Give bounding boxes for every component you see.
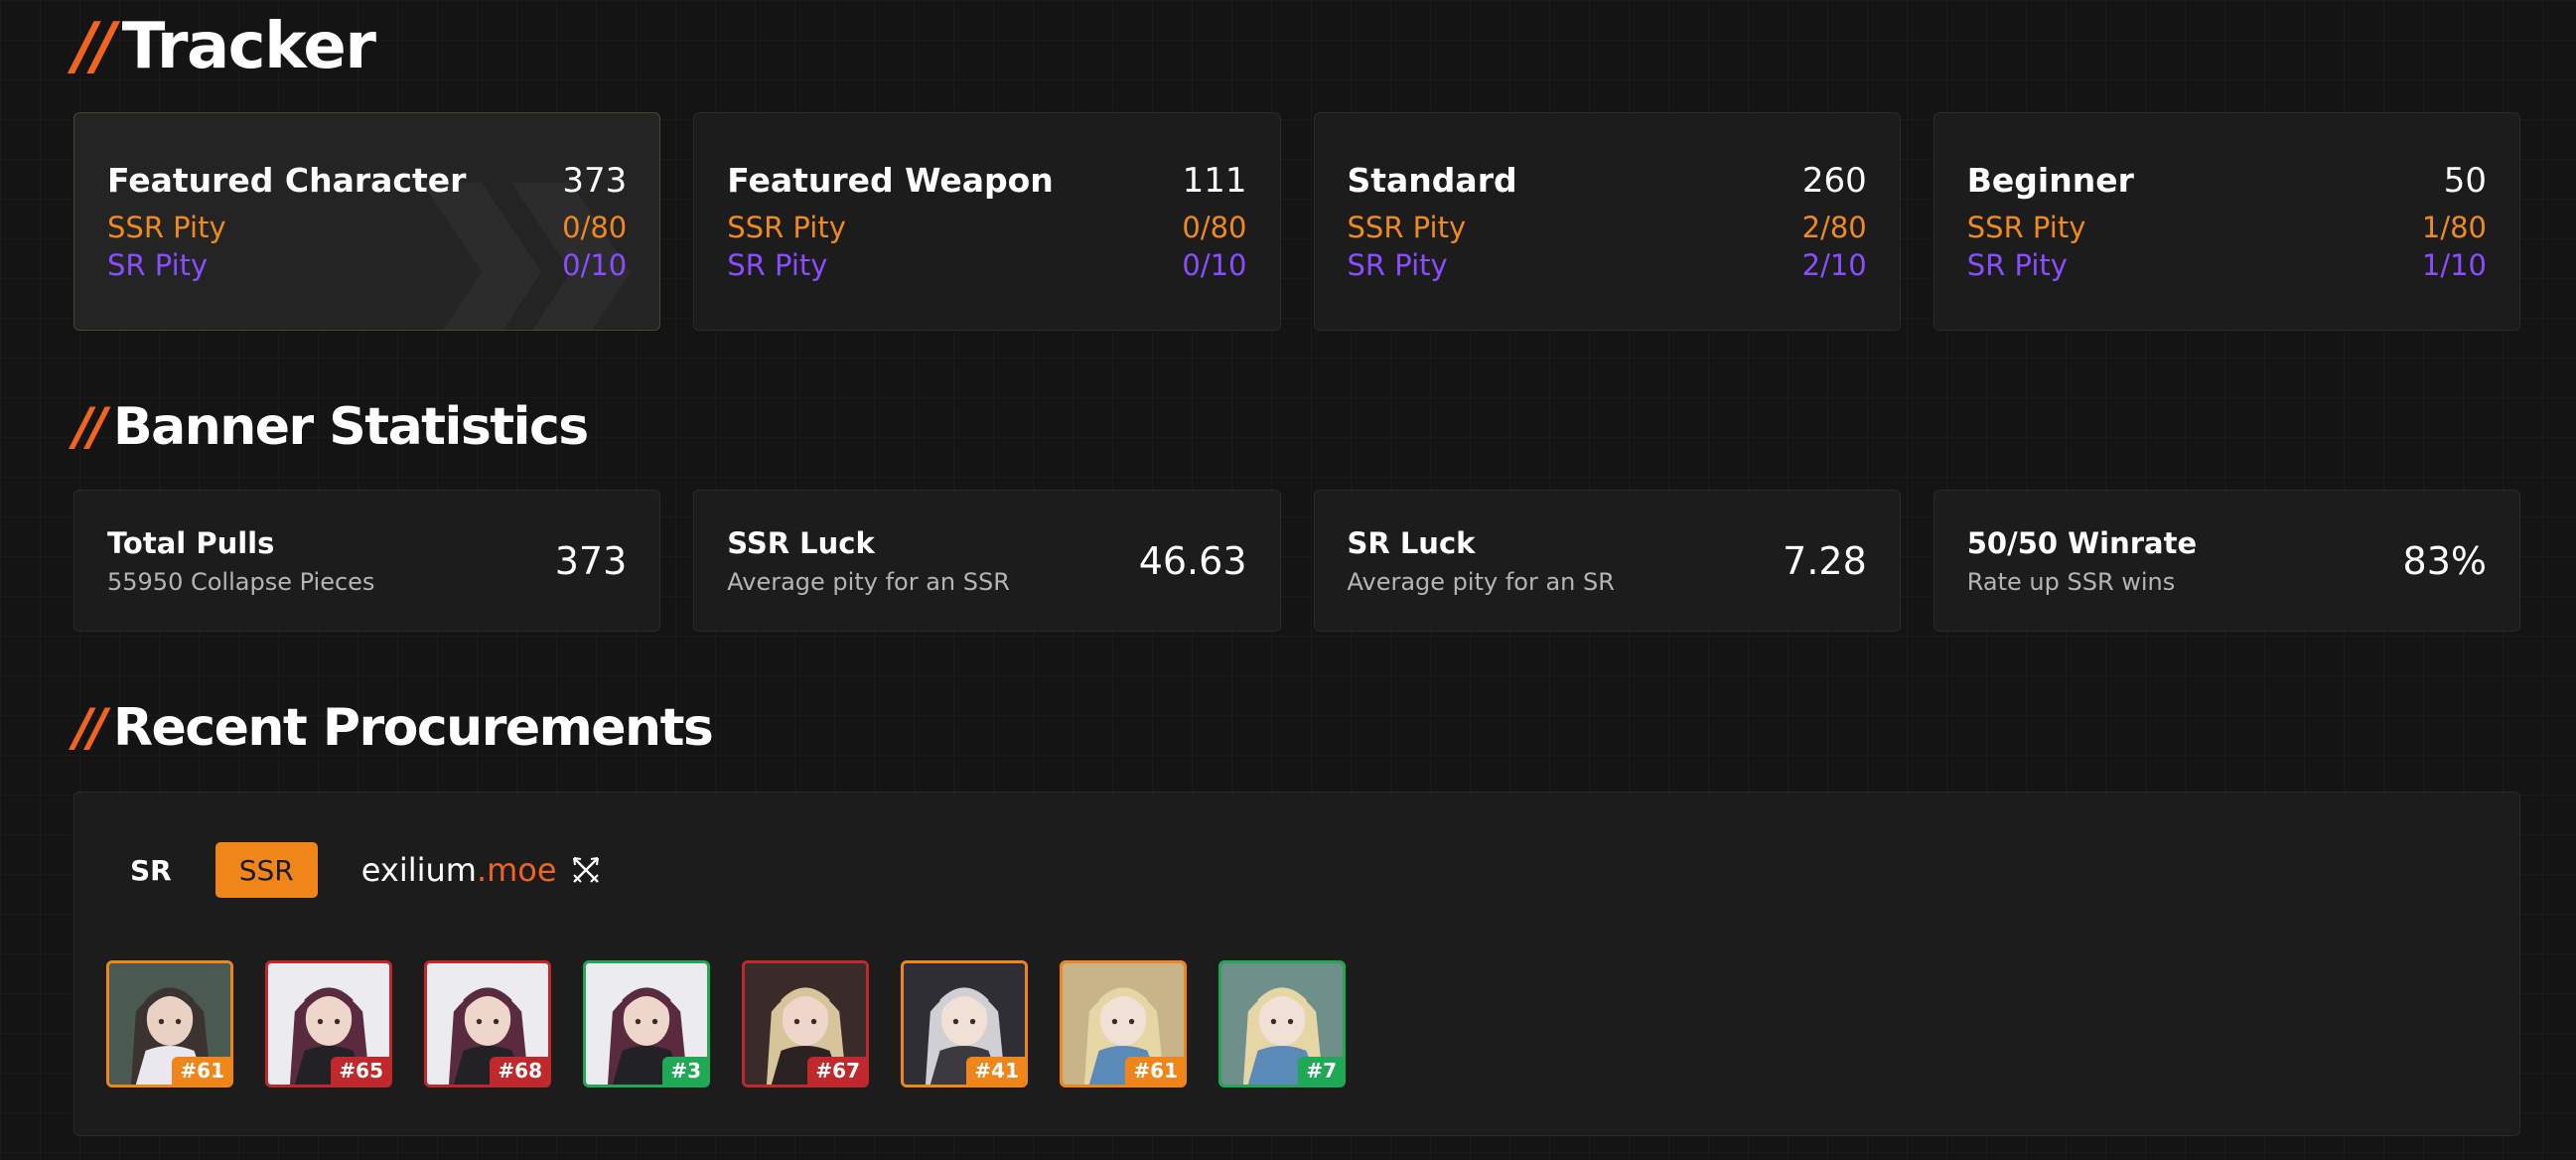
sr-pity-value: 0/10 <box>1182 248 1247 282</box>
recent-pull-thumbnail[interactable]: #3 <box>583 960 710 1088</box>
stat-card-winrate: 50/50 Winrate Rate up SSR wins 83% <box>1932 490 2520 632</box>
stats-heading: //Banner Statistics <box>73 397 589 457</box>
recent-pull-thumbnail[interactable]: #67 <box>742 960 869 1088</box>
stat-subtitle: 55950 Collapse Pieces <box>107 567 375 596</box>
ssr-pity-label: SSR Pity <box>1966 211 2086 244</box>
tracker-card-featured-character[interactable]: Featured Character 373 SSR Pity 0/80 SR P… <box>73 112 661 331</box>
crossed-swords-icon <box>572 857 599 883</box>
ssr-pity-label: SSR Pity <box>107 211 226 244</box>
pity-count-badge: #3 <box>662 1057 707 1085</box>
stat-card-ssr-luck: SSR Luck Average pity for an SSR 46.63 <box>693 490 1281 632</box>
pity-count-badge: #65 <box>331 1057 389 1085</box>
recent-procurements-panel: SR SSR exilium .moe #61 #65 #68 #3 #67 #41 #61 #… <box>73 792 2520 1136</box>
recent-pull-thumbnail[interactable]: #65 <box>265 960 392 1088</box>
sr-pity-label: SR Pity <box>107 248 209 282</box>
banner-name: Standard <box>1347 161 1517 200</box>
heading-slash: // <box>73 698 107 758</box>
pity-count-badge: #7 <box>1298 1057 1343 1085</box>
tracker-cards: Featured Character 373 SSR Pity 0/80 SR P… <box>73 112 2520 331</box>
stat-value: 46.63 <box>1138 538 1247 583</box>
stat-value: 7.28 <box>1783 538 1867 583</box>
recent-pull-thumbnail[interactable]: #41 <box>901 960 1028 1088</box>
stat-card-total-pulls: Total Pulls 55950 Collapse Pieces 373 <box>73 490 661 632</box>
ssr-pity-value: 0/80 <box>1182 211 1247 244</box>
sr-pity-value: 1/10 <box>2421 248 2487 282</box>
recent-heading-text: Recent Procurements <box>112 698 714 758</box>
stats-cards: Total Pulls 55950 Collapse Pieces 373 SSR… <box>73 490 2520 632</box>
recent-pull-thumbnail[interactable]: #7 <box>1218 960 1346 1088</box>
tracker-heading: //Tracker <box>73 10 376 83</box>
ssr-pity-value: 1/80 <box>2421 211 2487 244</box>
stats-heading-text: Banner Statistics <box>112 397 589 457</box>
stat-card-sr-luck: SR Luck Average pity for an SR 7.28 <box>1313 490 1901 632</box>
heading-slash: // <box>73 10 116 83</box>
tracker-card-standard[interactable]: Standard 260 SSR Pity 2/80 SR Pity 2/10 <box>1313 112 1901 331</box>
filter-sr-button[interactable]: SR <box>106 842 196 898</box>
brand-tld: .moe <box>476 851 557 889</box>
stat-subtitle: Average pity for an SR <box>1347 567 1615 596</box>
ssr-pity-value: 0/80 <box>562 211 628 244</box>
banner-name: Featured Weapon <box>727 161 1054 200</box>
stat-subtitle: Average pity for an SSR <box>727 567 1010 596</box>
filter-ssr-button[interactable]: SSR <box>215 842 318 898</box>
stat-label: 50/50 Winrate <box>1966 525 2198 560</box>
banner-name: Featured Character <box>107 161 467 200</box>
tracker-card-beginner[interactable]: Beginner 50 SSR Pity 1/80 SR Pity 1/10 <box>1932 112 2520 331</box>
pity-count-badge: #68 <box>490 1057 548 1085</box>
stat-value: 83% <box>2402 538 2487 583</box>
stat-label: Total Pulls <box>107 525 275 560</box>
sr-pity-label: SR Pity <box>1347 248 1448 282</box>
stat-label: SSR Luck <box>727 525 875 560</box>
ssr-pity-label: SSR Pity <box>727 211 846 244</box>
sr-pity-value: 0/10 <box>562 248 628 282</box>
ssr-pity-value: 2/80 <box>1801 211 1867 244</box>
recent-pulls-list: #61 #65 #68 #3 #67 #41 #61 #7 <box>106 960 1346 1088</box>
recent-pull-thumbnail[interactable]: #61 <box>1060 960 1187 1088</box>
brand-name: exilium <box>360 851 477 889</box>
banner-total: 50 <box>2443 161 2487 201</box>
ssr-pity-label: SSR Pity <box>1347 211 1467 244</box>
pity-count-badge: #61 <box>1125 1057 1184 1085</box>
pity-count-badge: #41 <box>966 1057 1025 1085</box>
sr-pity-label: SR Pity <box>727 248 828 282</box>
sr-pity-value: 2/10 <box>1801 248 1867 282</box>
heading-slash: // <box>73 397 107 457</box>
stat-subtitle: Rate up SSR wins <box>1966 567 2176 596</box>
recent-pull-thumbnail[interactable]: #61 <box>106 960 233 1088</box>
banner-total: 111 <box>1182 161 1247 201</box>
banner-name: Beginner <box>1966 161 2134 200</box>
tracker-heading-text: Tracker <box>121 10 376 83</box>
stat-label: SR Luck <box>1347 525 1476 560</box>
recent-pull-thumbnail[interactable]: #68 <box>424 960 551 1088</box>
sr-pity-label: SR Pity <box>1966 248 2068 282</box>
stat-value: 373 <box>554 538 628 583</box>
rarity-filter-bar: SR SSR exilium .moe <box>106 842 601 898</box>
tracker-card-featured-weapon[interactable]: Featured Weapon 111 SSR Pity 0/80 SR Pity… <box>693 112 1281 331</box>
pity-count-badge: #67 <box>807 1057 866 1085</box>
banner-total: 373 <box>562 161 628 201</box>
recent-heading: //Recent Procurements <box>73 698 714 758</box>
brand-logo[interactable]: exilium .moe <box>361 851 601 889</box>
pity-count-badge: #61 <box>172 1057 230 1085</box>
banner-total: 260 <box>1801 161 1867 201</box>
